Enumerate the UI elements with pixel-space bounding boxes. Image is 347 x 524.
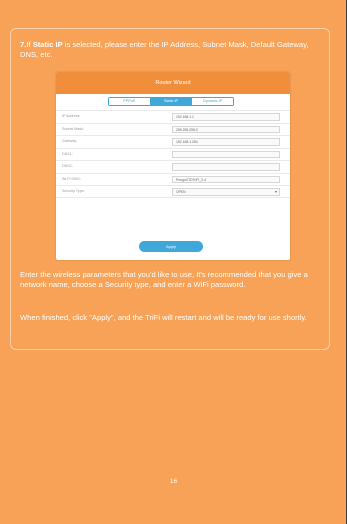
wifi-ssid-field[interactable]: PongoXTDTriFi_2.4 (172, 175, 280, 183)
subnet-mask-label: Subnet Mask: (62, 126, 84, 131)
page-number: 16 (169, 478, 178, 485)
gateway-label: Gateway: (62, 139, 78, 143)
wifi-ssid-label: Wi-Fi SSID: (62, 176, 81, 181)
form-row-gateway: Gateway: 192.168.1.254 (56, 135, 290, 148)
tab-static-ip[interactable]: Static IP (149, 98, 192, 105)
form-row-dns2: DNS2: (56, 160, 290, 173)
form-row-security-type: Security Type: OPEN (56, 185, 290, 198)
tab-dynamic-ip[interactable]: Dynamic IP (191, 98, 233, 105)
wizard-title: Router Wizard (56, 72, 290, 94)
intro-text: 7.If Static IP is selected, please enter… (20, 40, 320, 60)
tab-pppoe[interactable]: PPPoE (109, 98, 150, 105)
wireless-instructions: Enter the wireless parameters that you'd… (20, 270, 308, 289)
dns2-field[interactable] (172, 163, 280, 171)
security-type-select[interactable]: OPEN (172, 188, 280, 196)
form-row-subnet-mask: Subnet Mask: 255.255.255.0 (56, 122, 290, 136)
intro-bold: Static IP (32, 40, 63, 49)
dns1-field[interactable] (172, 150, 280, 158)
dns2-label: DNS2: (62, 164, 73, 168)
ip-address-label: IP Address: (62, 114, 81, 118)
wizard-tabs: PPPoE Static IP Dynamic IP (108, 97, 234, 106)
wizard-form: IP Address: 192.168.1.1 Subnet Mask: 255… (56, 110, 290, 198)
form-row-dns1: DNS1: (56, 147, 290, 161)
form-row-wifi-ssid: Wi-Fi SSID: PongoXTDTriFi_2.4 (56, 172, 290, 186)
finish-instructions: When finished, click "Apply", and the Tr… (20, 313, 307, 322)
intro-suffix: is selected, please enter the IP Address… (20, 40, 309, 59)
security-type-label: Security Type: (62, 189, 85, 193)
dns1-label: DNS1: (62, 151, 73, 156)
gateway-field[interactable]: 192.168.1.254 (172, 138, 280, 146)
subnet-mask-field[interactable]: 255.255.255.0 (172, 125, 280, 133)
ip-address-field[interactable]: 192.168.1.1 (172, 113, 280, 121)
router-wizard-screenshot: Router Wizard PPPoE Static IP Dynamic IP… (56, 72, 290, 260)
apply-button[interactable]: Apply (139, 241, 203, 252)
form-row-ip-address: IP Address: 192.168.1.1 (56, 110, 290, 123)
